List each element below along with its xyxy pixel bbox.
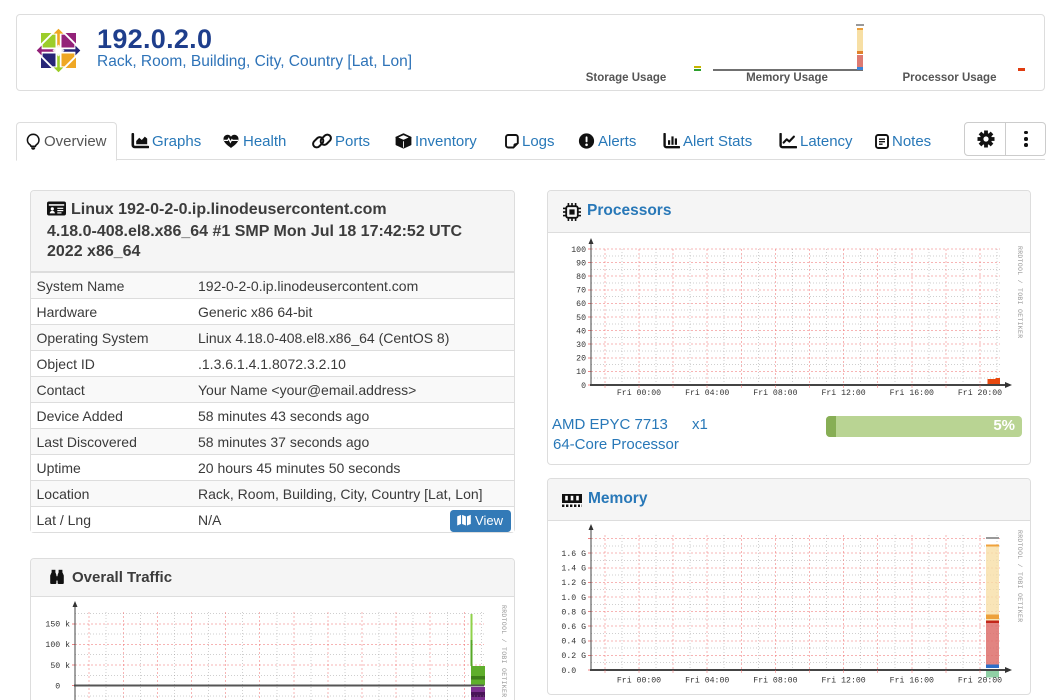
svg-text:Fri 04:00: Fri 04:00 xyxy=(685,676,729,686)
svg-text:0.0: 0.0 xyxy=(561,667,586,676)
svg-text:Fri 20:00: Fri 20:00 xyxy=(958,388,1002,398)
svg-text:90: 90 xyxy=(576,259,586,268)
svg-text:100: 100 xyxy=(571,246,586,255)
svg-text:20: 20 xyxy=(576,355,586,364)
svg-text:1.0 G: 1.0 G xyxy=(561,594,586,603)
svg-text:0: 0 xyxy=(55,682,70,691)
svg-text:80: 80 xyxy=(576,273,586,282)
svg-text:RRDTOOL / TOBI OETIKER: RRDTOOL / TOBI OETIKER xyxy=(1016,530,1023,622)
svg-text:70: 70 xyxy=(576,287,586,296)
svg-text:RRDTOOL / TOBI OETIKER: RRDTOOL / TOBI OETIKER xyxy=(500,605,507,697)
svg-text:0.8 G: 0.8 G xyxy=(561,608,586,617)
svg-text:Fri 04:00: Fri 04:00 xyxy=(685,388,729,398)
svg-text:Fri 20:00: Fri 20:00 xyxy=(958,676,1002,686)
svg-text:0.2 G: 0.2 G xyxy=(561,652,586,661)
svg-text:Fri 12:00: Fri 12:00 xyxy=(821,388,865,398)
svg-text:50 k: 50 k xyxy=(50,661,70,671)
svg-text:0.4 G: 0.4 G xyxy=(561,638,586,647)
svg-text:1.6 G: 1.6 G xyxy=(561,550,586,559)
svg-text:RRDTOOL / TOBI OETIKER: RRDTOOL / TOBI OETIKER xyxy=(1016,246,1023,338)
svg-text:Fri 00:00: Fri 00:00 xyxy=(617,676,661,686)
svg-text:40: 40 xyxy=(576,327,586,336)
svg-text:Fri 16:00: Fri 16:00 xyxy=(890,388,934,398)
svg-text:0.6 G: 0.6 G xyxy=(561,623,586,632)
svg-text:1.2 G: 1.2 G xyxy=(561,579,586,588)
svg-text:Fri 08:00: Fri 08:00 xyxy=(753,388,797,398)
svg-text:10: 10 xyxy=(576,368,586,377)
svg-text:Fri 00:00: Fri 00:00 xyxy=(617,388,661,398)
svg-text:100 k: 100 k xyxy=(45,640,70,650)
svg-text:1.4 G: 1.4 G xyxy=(561,565,586,574)
svg-text:60: 60 xyxy=(576,300,586,309)
svg-text:50: 50 xyxy=(576,314,586,323)
svg-text:150 k: 150 k xyxy=(45,620,70,630)
svg-text:30: 30 xyxy=(576,341,586,350)
svg-text:Fri 08:00: Fri 08:00 xyxy=(753,676,797,686)
svg-text:Fri 16:00: Fri 16:00 xyxy=(890,676,934,686)
svg-text:Fri 12:00: Fri 12:00 xyxy=(821,676,865,686)
svg-text:0: 0 xyxy=(581,382,586,391)
